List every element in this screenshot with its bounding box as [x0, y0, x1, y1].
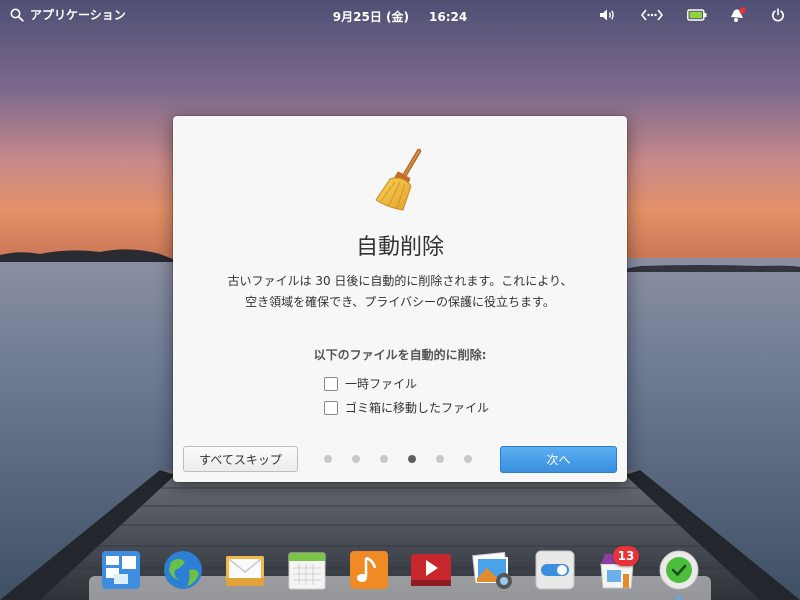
network-icon [641, 9, 663, 21]
system-settings-icon[interactable] [533, 548, 577, 592]
power-indicator[interactable] [770, 6, 786, 24]
trashed-files-checkbox[interactable] [324, 400, 338, 415]
applications-label: アプリケーション [30, 8, 126, 22]
page-dot-5[interactable] [436, 455, 444, 463]
options-heading: 以下のファイルを自動的に削除: [313, 348, 487, 362]
mail-icon[interactable] [223, 548, 267, 592]
dialog-title: 自動削除 [355, 235, 444, 260]
date-label[interactable]: 9月25日 (金) [333, 10, 409, 24]
trashed-files-label: ゴミ箱に移動したファイル [345, 401, 490, 415]
time-label[interactable]: 16:24 [429, 10, 467, 24]
top-panel: アプリケーション 9月25日 (金) 16:24 [0, 0, 800, 30]
page-dot-6[interactable] [464, 455, 472, 463]
search-icon [10, 8, 24, 22]
page-dot-1[interactable] [324, 455, 332, 463]
sound-indicator[interactable] [598, 6, 618, 24]
running-app-indicator [676, 596, 682, 600]
network-indicator[interactable] [640, 6, 664, 24]
notifications-icon [731, 7, 746, 22]
music-icon[interactable] [347, 548, 391, 592]
power-icon [772, 8, 784, 22]
battery-indicator[interactable] [686, 6, 708, 24]
onboarding-icon[interactable] [657, 548, 701, 592]
notifications-indicator[interactable] [728, 6, 748, 24]
photos-icon[interactable] [471, 548, 515, 592]
page-dot-2[interactable] [352, 455, 360, 463]
videos-icon[interactable] [409, 548, 453, 592]
temporary-files-option[interactable]: 一時ファイル [324, 375, 417, 392]
page-dot-3[interactable] [380, 455, 388, 463]
description-line-2: 空き領域を確保でき、プライバシーの保護に役立ちます。 [245, 295, 555, 309]
description-line-1: 古いファイルは 30 日後に自動的に削除されます。これにより、 [227, 274, 573, 288]
applications-menu-button[interactable]: アプリケーション [10, 6, 126, 23]
sound-icon [600, 9, 614, 21]
onboarding-dialog: 自動削除 古いファイルは 30 日後に自動的に削除されます。これにより、 空き領… [173, 116, 627, 482]
page-indicator [324, 455, 476, 465]
dialog-description: 古いファイルは 30 日後に自動的に削除されます。これにより、 空き領域を確保で… [203, 271, 597, 313]
skip-all-button[interactable]: すべてスキップ [183, 446, 298, 472]
multitasking-view-icon[interactable] [99, 548, 143, 592]
temporary-files-checkbox[interactable] [324, 376, 338, 391]
temporary-files-label: 一時ファイル [345, 377, 418, 391]
page-dot-4[interactable] [408, 455, 416, 463]
web-browser-icon[interactable] [161, 548, 205, 592]
trashed-files-option[interactable]: ゴミ箱に移動したファイル [324, 399, 489, 416]
appcenter-update-badge: 13 [613, 546, 639, 566]
battery-icon [687, 9, 707, 21]
broom-icon [375, 148, 422, 211]
next-button[interactable]: 次へ [500, 446, 617, 473]
calendar-icon[interactable] [285, 548, 329, 592]
